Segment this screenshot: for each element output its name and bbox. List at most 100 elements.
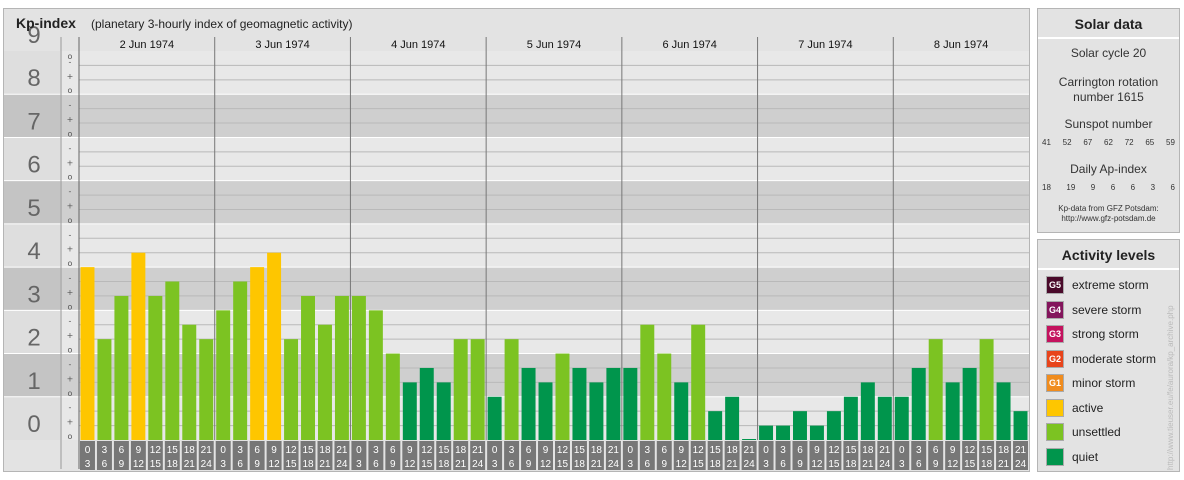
chart-subtitle: (planetary 3-hourly index of geomagnetic… [91, 17, 353, 31]
hour-end-label: 24 [744, 459, 756, 470]
kp-subtick-label: - [69, 144, 72, 153]
hour-end-label: 18 [845, 459, 857, 470]
hour-start-label: 3 [780, 445, 786, 456]
legend-swatch [1046, 447, 1064, 466]
kp-tick-label: 2 [27, 325, 40, 352]
kp-subtick-label: - [69, 230, 72, 239]
hour-start-label: 15 [981, 445, 993, 456]
kp-subtick-label: - [69, 403, 72, 412]
hour-end-label: 12 [811, 459, 823, 470]
kp-subtick-label: o [68, 389, 73, 398]
ap-value: 18 [1042, 183, 1051, 192]
hour-start-label: 9 [678, 445, 684, 456]
sunspot-values: 41 52 67 62 72 65 59 [1042, 138, 1175, 147]
kp-bar [97, 339, 112, 440]
hour-start-label: 12 [964, 445, 976, 456]
hour-end-label: 15 [828, 459, 840, 470]
hour-end-label: 15 [285, 459, 297, 470]
hour-start-label: 21 [1015, 445, 1027, 456]
hour-end-label: 15 [421, 459, 433, 470]
hour-start-label: 0 [356, 445, 362, 456]
kp-bar [555, 353, 570, 440]
hour-end-label: 12 [947, 459, 959, 470]
ap-value: 6 [1170, 183, 1175, 192]
kp-bar [318, 324, 332, 440]
hour-end-label: 21 [998, 459, 1010, 470]
hour-start-label: 9 [136, 445, 142, 456]
hour-start-label: 18 [591, 445, 603, 456]
kp-band-4 [4, 223, 1029, 268]
legend-item: G4 severe storm [1046, 300, 1141, 320]
hour-end-label: 21 [455, 459, 467, 470]
hour-start-label: 6 [119, 445, 125, 456]
kp-subtick-label: o [68, 302, 73, 311]
sunspot-value: 62 [1104, 138, 1113, 147]
kp-band-8 [4, 51, 1029, 95]
kp-bar [589, 382, 604, 440]
hour-end-label: 12 [540, 459, 552, 470]
kp-band-5 [4, 180, 1029, 224]
legend-label: severe storm [1072, 302, 1142, 317]
hour-start-label: 12 [285, 445, 297, 456]
sunspot-value: 41 [1042, 138, 1051, 147]
kp-subtick-label: + [67, 201, 74, 210]
legend-label: active [1072, 400, 1104, 415]
kp-bar [928, 339, 943, 440]
hour-end-label: 6 [509, 459, 515, 470]
kp-bar [199, 339, 214, 440]
hour-end-label: 6 [645, 459, 651, 470]
activity-levels-title: Activity levels [1038, 240, 1179, 270]
ap-value: 6 [1130, 183, 1136, 192]
legend-swatch: G1 [1046, 374, 1064, 392]
kp-bar [860, 382, 875, 440]
hour-end-label: 9 [526, 459, 532, 470]
hour-start-label: 15 [710, 445, 722, 456]
hour-end-label: 18 [981, 459, 993, 470]
kp-bar [809, 425, 824, 440]
kp-tick-label: 1 [27, 368, 40, 395]
hour-end-label: 21 [727, 459, 739, 470]
hour-start-label: 0 [220, 445, 226, 456]
hour-start-label: 18 [455, 445, 467, 456]
kp-bar [623, 367, 638, 440]
hour-end-label: 18 [710, 459, 722, 470]
kp-bar [894, 396, 909, 440]
hour-end-label: 9 [661, 459, 667, 470]
kp-subtick-label: + [67, 331, 74, 340]
hour-start-label: 3 [509, 445, 515, 456]
hour-end-label: 6 [916, 459, 922, 470]
legend-swatch: G5 [1046, 276, 1064, 294]
hour-end-label: 6 [237, 459, 243, 470]
day-label: 6 Jun 1974 [662, 39, 716, 51]
kp-bar [996, 382, 1011, 440]
hour-end-label: 18 [302, 459, 314, 470]
sunspot-value: 59 [1166, 138, 1175, 147]
kp-bar [453, 339, 468, 440]
legend-item: G5 extreme storm [1046, 275, 1149, 295]
kp-bar [233, 281, 248, 440]
hour-start-label: 18 [319, 445, 331, 456]
hour-end-label: 24 [472, 459, 484, 470]
day-label: 2 Jun 1974 [120, 39, 174, 51]
sunspot-value: 67 [1083, 138, 1093, 147]
hour-end-label: 3 [220, 459, 226, 470]
hour-end-label: 12 [404, 459, 416, 470]
legend-label: unsettled [1072, 425, 1121, 439]
sunspot-value: 72 [1124, 138, 1134, 147]
hour-end-label: 9 [390, 459, 396, 470]
hour-start-label: 12 [828, 445, 840, 456]
kp-bar [250, 267, 265, 440]
kp-bar [436, 382, 451, 440]
sunspot-value: 52 [1062, 138, 1072, 147]
hour-start-label: 18 [727, 445, 739, 456]
kp-bar [538, 382, 553, 440]
hour-end-label: 12 [133, 459, 145, 470]
hour-start-label: 3 [237, 445, 243, 456]
kp-subtick-label: + [67, 72, 74, 81]
kp-subtick-label: + [67, 374, 74, 383]
hour-start-label: 21 [472, 445, 484, 456]
legend-item: G2 moderate storm [1046, 349, 1156, 369]
ap-index-title: Daily Ap-index [1070, 162, 1147, 176]
hour-end-label: 3 [85, 459, 91, 470]
kp-subtick-label: - [69, 101, 72, 110]
